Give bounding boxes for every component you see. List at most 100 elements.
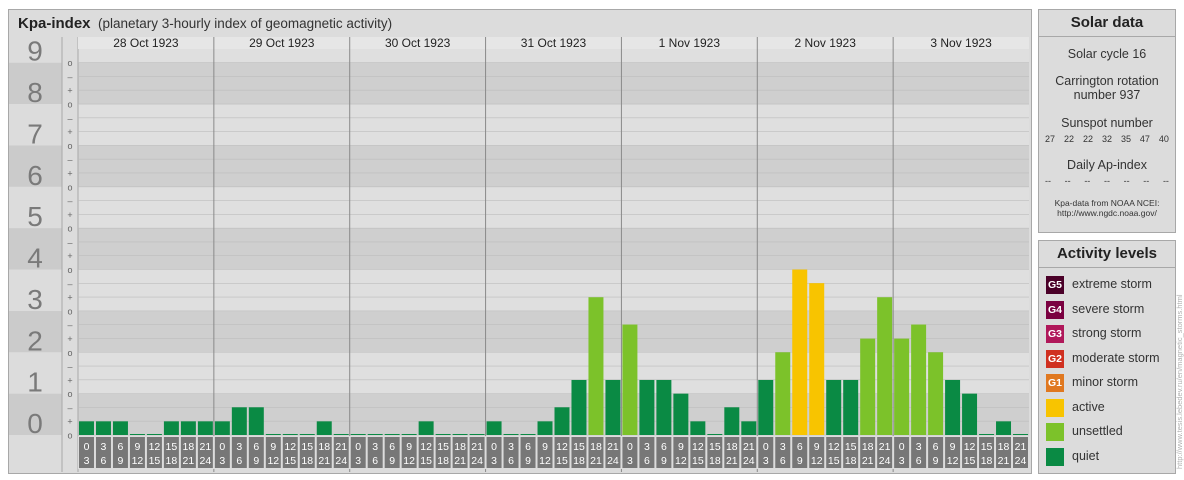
kp-bar bbox=[214, 421, 230, 435]
sunspot-values: 27 22 22 32 35 47 40 bbox=[1039, 134, 1175, 144]
kp-bar bbox=[452, 434, 468, 435]
sunspot-value: 27 bbox=[1045, 134, 1056, 144]
y-minor-label: + bbox=[67, 210, 72, 220]
y-tick-label: 4 bbox=[27, 243, 43, 274]
interval-end-label: 18 bbox=[981, 455, 993, 467]
y-minor-label: – bbox=[67, 279, 72, 289]
y-minor-label: + bbox=[67, 293, 72, 303]
interval-start-label: 3 bbox=[644, 441, 650, 453]
sunspot-title: Sunspot number bbox=[1061, 116, 1153, 130]
interval-end-label: 12 bbox=[539, 455, 551, 467]
data-source-url: http://www.ngdc.noaa.gov/ bbox=[1057, 208, 1157, 218]
kp-bar bbox=[809, 283, 825, 435]
kp-bar bbox=[673, 393, 689, 435]
ap-index-title: Daily Ap-index bbox=[1067, 158, 1147, 172]
interval-end-label: 18 bbox=[573, 455, 585, 467]
kp-bar bbox=[350, 434, 366, 435]
kp-bar bbox=[741, 421, 757, 435]
y-tick-label: 2 bbox=[27, 325, 43, 356]
y-minor-label: + bbox=[67, 375, 72, 385]
kp-bar bbox=[860, 338, 876, 435]
interval-start-label: 12 bbox=[556, 441, 568, 453]
legend-label: active bbox=[1072, 399, 1105, 414]
interval-start-label: 6 bbox=[389, 441, 395, 453]
interval-start-label: 18 bbox=[183, 441, 195, 453]
legend-label: minor storm bbox=[1072, 375, 1138, 389]
chart-title: Kpa-index bbox=[18, 15, 91, 32]
interval-end-label: 18 bbox=[845, 455, 857, 467]
solar-cycle: Solar cycle 16 bbox=[1067, 47, 1147, 61]
interval-start-label: 18 bbox=[454, 441, 466, 453]
legend-swatch: G2 bbox=[1046, 349, 1064, 368]
day-label: 28 Oct 1923 bbox=[113, 37, 179, 50]
kp-bar bbox=[707, 434, 723, 435]
legend-swatch: G1 bbox=[1046, 374, 1064, 392]
interval-start-label: 9 bbox=[678, 441, 684, 453]
interval-start-label: 21 bbox=[879, 441, 891, 453]
y-tick-label: 7 bbox=[27, 118, 43, 149]
y-minor-label: o bbox=[67, 306, 72, 316]
kp-bar bbox=[928, 352, 944, 435]
plot-band bbox=[78, 104, 1029, 146]
legend-label: quiet bbox=[1072, 448, 1100, 463]
watermark-url: http://www.tesis.lebedev.ru/en/magnetic_… bbox=[1176, 294, 1184, 469]
kp-bar bbox=[265, 434, 281, 435]
interval-end-label: 12 bbox=[811, 455, 823, 467]
interval-start-label: 15 bbox=[573, 441, 585, 453]
kp-bar bbox=[79, 421, 94, 435]
y-tick-label: 5 bbox=[27, 201, 43, 232]
kp-bar bbox=[605, 379, 621, 435]
interval-start-label: 12 bbox=[284, 441, 296, 453]
interval-end-label: 3 bbox=[627, 455, 633, 467]
interval-start-label: 3 bbox=[372, 441, 378, 453]
sunspot-value: 22 bbox=[1082, 134, 1093, 144]
interval-end-label: 18 bbox=[166, 455, 178, 467]
interval-start-label: 21 bbox=[1015, 441, 1027, 453]
legend-label: unsettled bbox=[1072, 424, 1123, 438]
y-tick-label: 1 bbox=[27, 367, 43, 398]
kp-bar bbox=[911, 324, 927, 435]
interval-start-label: 6 bbox=[118, 441, 124, 453]
legend-swatch: G4 bbox=[1046, 300, 1064, 319]
legend-swatch: G5 bbox=[1046, 276, 1064, 294]
day-label: 31 Oct 1923 bbox=[521, 37, 587, 50]
kp-bar bbox=[163, 421, 179, 435]
interval-start-label: 21 bbox=[471, 441, 483, 453]
interval-start-label: 9 bbox=[406, 441, 412, 453]
y-minor-label: – bbox=[67, 320, 72, 330]
y-tick-label: 6 bbox=[27, 160, 43, 191]
kp-bar bbox=[656, 379, 672, 435]
kp-bar bbox=[571, 379, 587, 435]
sunspot-value: 32 bbox=[1101, 134, 1112, 144]
y-minor-label: – bbox=[67, 113, 72, 123]
interval-start-label: 12 bbox=[420, 441, 432, 453]
kp-bar bbox=[112, 421, 128, 435]
interval-start-label: 9 bbox=[135, 441, 141, 453]
interval-end-label: 3 bbox=[763, 455, 769, 467]
interval-end-label: 24 bbox=[743, 455, 755, 467]
interval-start-label: 3 bbox=[916, 441, 922, 453]
kp-bar bbox=[180, 421, 196, 435]
kp-bar bbox=[826, 379, 842, 435]
interval-end-label: 18 bbox=[437, 455, 449, 467]
kp-bar bbox=[843, 379, 859, 435]
interval-start-label: 21 bbox=[335, 441, 347, 453]
interval-start-label: 0 bbox=[627, 441, 633, 453]
y-minor-label: o bbox=[67, 224, 72, 234]
y-minor-label: – bbox=[67, 196, 72, 206]
y-minor-label: – bbox=[67, 403, 72, 413]
interval-end-label: 24 bbox=[879, 455, 891, 467]
y-minor-label: – bbox=[67, 72, 72, 82]
kp-bar bbox=[248, 407, 264, 435]
interval-start-label: 0 bbox=[763, 441, 769, 453]
interval-end-label: 21 bbox=[454, 455, 466, 467]
interval-start-label: 6 bbox=[253, 441, 259, 453]
interval-start-label: 6 bbox=[933, 441, 939, 453]
interval-start-label: 3 bbox=[101, 441, 107, 453]
interval-end-label: 12 bbox=[132, 455, 144, 467]
kp-bar bbox=[95, 421, 111, 435]
kp-bar bbox=[537, 421, 553, 435]
y-minor-label: + bbox=[67, 251, 72, 261]
kp-bar bbox=[129, 434, 145, 435]
interval-end-label: 12 bbox=[947, 455, 959, 467]
